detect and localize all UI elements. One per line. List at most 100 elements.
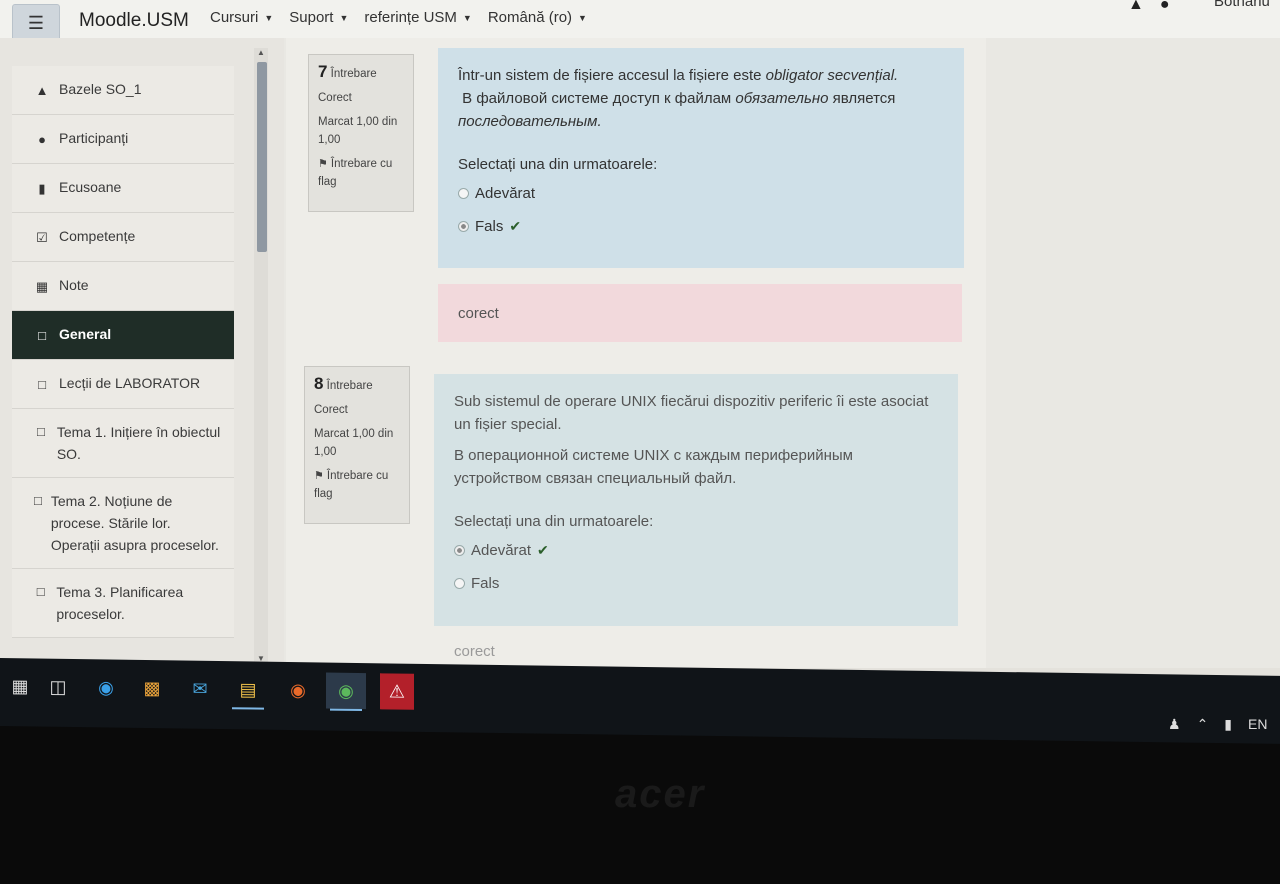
sidebar-item-course[interactable]: ▲ Bazele SO_1	[12, 66, 234, 115]
text-emphasis: обязательно	[735, 90, 829, 107]
laptop-brand-logo: acer	[615, 772, 706, 816]
scrollbar-thumb[interactable]	[257, 62, 267, 252]
sidebar-item-tema1[interactable]: □ Tema 1. Inițiere în obiectul SO.	[12, 409, 234, 478]
folder-icon: □	[36, 424, 45, 439]
graduation-cap-icon: ▲	[35, 83, 49, 98]
sidebar-item-general[interactable]: □ General	[12, 311, 234, 360]
answer-option[interactable]: Fals ✔	[458, 215, 944, 238]
quiz-content: 7 Întrebare Corect Marcat 1,00 din 1,00 …	[286, 38, 986, 668]
flag-label: Întrebare cu flag	[314, 470, 389, 500]
radio-button-selected[interactable]	[454, 545, 465, 556]
feedback-text: corect	[454, 642, 495, 660]
check-icon: ✔	[509, 218, 522, 234]
battery-icon[interactable]: ▮	[1224, 716, 1232, 733]
task-view-icon[interactable]: ◫	[38, 669, 78, 706]
text-emphasis: obligator secvențial.	[765, 67, 899, 84]
nav-label: referințe USM	[364, 9, 457, 26]
answer-label: Adevărat	[471, 542, 532, 559]
windows-start-icon[interactable]: ▦	[0, 668, 40, 705]
nav-menu: Cursuri ▼ Suport ▼ referințe USM ▼ Român…	[210, 9, 587, 26]
answer-option[interactable]: Adevărat ✔	[454, 539, 938, 562]
answer-option[interactable]: Fals	[454, 572, 938, 595]
question-status: Corect	[318, 92, 352, 104]
pdf-reader-icon[interactable]: ⚠	[380, 673, 414, 710]
sidebar-item-tema3[interactable]: □ Tema 3. Planificarea proceselor.	[12, 569, 234, 638]
folder-icon: □	[38, 328, 46, 343]
sidebar-item-label: Competențe	[59, 228, 136, 244]
user-name[interactable]: Bothariu	[1214, 0, 1270, 10]
question-word: Întrebare	[330, 68, 377, 80]
sidebar-item-label: Participanți	[59, 130, 129, 146]
bell-icon[interactable]: ▲	[1128, 0, 1144, 14]
flag-icon: ⚑	[318, 158, 328, 170]
flag-question-link[interactable]: ⚑ Întrebare cu flag	[318, 155, 405, 191]
question-prompt: Selectați una din urmatoarele:	[458, 156, 658, 173]
answer-label: Fals	[471, 575, 500, 592]
sidebar-item-badges[interactable]: ▮ Ecusoane	[12, 164, 234, 213]
folder-icon: □	[36, 584, 45, 599]
flag-icon: ⚑	[314, 470, 324, 482]
sidebar-item-grades[interactable]: ▦ Note	[12, 262, 234, 311]
nav-language[interactable]: Română (ro) ▼	[488, 9, 587, 26]
radio-button[interactable]	[454, 578, 465, 589]
check-icon: ✔	[537, 542, 549, 558]
question-text-ro: Într-un sistem de fișiere accesul la fiș…	[458, 64, 944, 87]
shield-icon: ▮	[38, 181, 46, 196]
question-info-8: 8 Întrebare Corect Marcat 1,00 din 1,00 …	[304, 366, 410, 524]
question-status: Corect	[314, 404, 348, 416]
flag-question-link[interactable]: ⚑ Întrebare cu flag	[314, 467, 401, 503]
file-explorer-icon[interactable]: ▤	[228, 671, 268, 710]
sidebar-item-laboratory[interactable]: □ Lecții de LABORATOR	[12, 360, 234, 409]
sidebar-item-competencies[interactable]: ☑ Competențe	[12, 213, 234, 262]
people-icon[interactable]: ♟	[1168, 716, 1181, 733]
system-tray: ♟ ⌃ ▮ EN	[1168, 716, 1267, 733]
active-indicator	[330, 708, 362, 712]
chat-icon[interactable]: ●	[1160, 0, 1170, 14]
sidebar-item-tema2[interactable]: □ Tema 2. Noțiune de procese. Stările lo…	[12, 478, 234, 569]
radio-button[interactable]	[458, 188, 469, 199]
caret-down-icon: ▼	[578, 12, 587, 23]
nav-label: Suport	[289, 9, 334, 26]
caret-down-icon: ▼	[462, 12, 472, 23]
folder-icon: □	[34, 493, 42, 508]
site-brand[interactable]: Moodle.USM	[79, 10, 189, 32]
store-icon[interactable]: ▩	[132, 670, 172, 707]
hamburger-menu-button[interactable]: ☰	[12, 4, 60, 42]
chevron-up-icon[interactable]: ⌃	[1197, 716, 1209, 733]
question-text-ru: В операционной системе UNIX с каждым пер…	[454, 447, 853, 487]
question-body-8: Sub sistemul de operare UNIX fiecărui di…	[434, 374, 958, 626]
question-word: Întrebare	[326, 380, 373, 392]
nav-icons: ▲ ●	[1128, 0, 1170, 14]
sidebar-scrollbar[interactable]: ▲ ▼	[254, 48, 268, 663]
answer-label: Adevărat	[475, 185, 536, 202]
top-navbar: ☰ Moodle.USM Cursuri ▼ Suport ▼ referinț…	[0, 0, 1280, 42]
sidebar-item-label: Tema 1. Inițiere în obiectul SO.	[56, 424, 221, 462]
sidebar-item-label: Lecții de LABORATOR	[59, 375, 201, 391]
table-icon: ▦	[35, 279, 49, 294]
course-sidebar: ▲ Bazele SO_1 ● Participanți ▮ Ecusoane …	[0, 38, 284, 668]
edge-icon[interactable]: ◉	[86, 669, 126, 706]
sidebar-item-label: Bazele SO_1	[59, 81, 142, 97]
language-indicator[interactable]: EN	[1248, 716, 1267, 733]
sidebar-item-label: Tema 3. Planificarea proceselor.	[56, 584, 184, 622]
ubuntu-icon[interactable]: ◉	[278, 672, 318, 709]
chrome-icon[interactable]: ◉	[326, 672, 366, 712]
nav-suport[interactable]: Suport ▼	[289, 9, 348, 26]
question-mark: Marcat 1,00 din 1,00	[314, 428, 394, 458]
nav-cursuri[interactable]: Cursuri ▼	[210, 9, 273, 26]
screen: ☰ Moodle.USM Cursuri ▼ Suport ▼ referinț…	[0, 0, 1280, 712]
folder-icon: □	[38, 377, 46, 392]
question-prompt: Selectați una din urmatoarele:	[454, 513, 654, 530]
scroll-up-icon[interactable]: ▲	[257, 48, 265, 57]
text-part: Într-un sistem de fișiere accesul la fiș…	[458, 67, 766, 84]
answer-option[interactable]: Adevărat	[458, 182, 944, 205]
nav-referinte[interactable]: referințe USM ▼	[364, 9, 471, 26]
active-indicator	[232, 707, 264, 710]
sidebar-item-participants[interactable]: ● Participanți	[12, 115, 234, 164]
question-body-7: Într-un sistem de fișiere accesul la fiș…	[438, 48, 964, 268]
mail-icon[interactable]: ✉	[180, 671, 220, 708]
text-part: является	[828, 90, 896, 107]
radio-button-selected[interactable]	[458, 221, 469, 232]
checkbox-icon: ☑	[36, 230, 48, 245]
question-text-ro: Sub sistemul de operare UNIX fiecărui di…	[454, 393, 929, 433]
